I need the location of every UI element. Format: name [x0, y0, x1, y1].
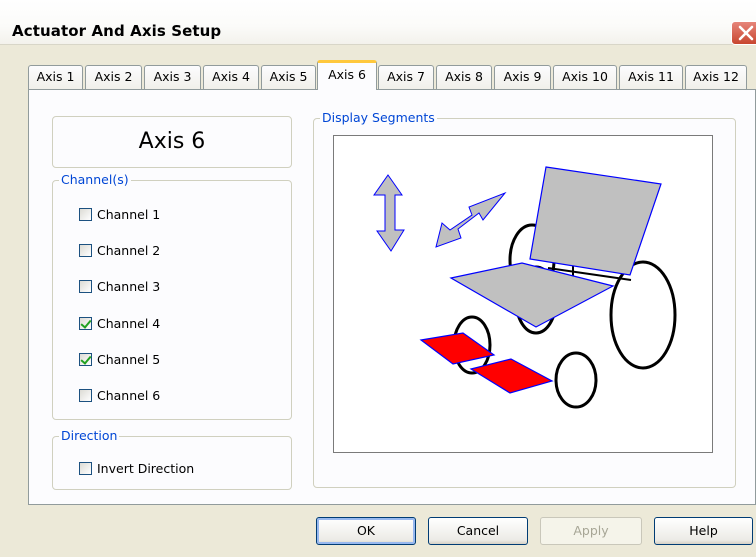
ok-button[interactable]: OK — [316, 517, 416, 545]
close-icon — [738, 25, 754, 41]
tab-axis-7[interactable]: Axis 7 — [378, 65, 434, 89]
tab-axis-5[interactable]: Axis 5 — [261, 65, 316, 89]
display-segments-legend: Display Segments — [320, 110, 437, 126]
channel-5-row[interactable]: Channel 5 — [79, 351, 160, 368]
vertical-arrow-icon — [373, 174, 405, 252]
tab-axis-1[interactable]: Axis 1 — [28, 65, 83, 89]
tab-axis-2[interactable]: Axis 2 — [85, 65, 142, 89]
channel-6-label: Channel 6 — [97, 388, 161, 403]
direction-group-legend: Direction — [59, 428, 120, 444]
front-caster-right — [554, 351, 598, 409]
channel-6-row[interactable]: Channel 6 — [79, 387, 160, 404]
title-bar[interactable]: Actuator And Axis Setup — [0, 0, 756, 45]
channel-4-checkbox[interactable] — [79, 317, 92, 330]
channel-4-label: Channel 4 — [97, 316, 161, 331]
tab-axis-6[interactable]: Axis 6 — [317, 60, 377, 90]
channel-2-checkbox[interactable] — [79, 244, 92, 257]
tab-axis-8[interactable]: Axis 8 — [436, 65, 492, 89]
invert-direction-label: Invert Direction — [97, 461, 195, 476]
tab-axis-4[interactable]: Axis 4 — [203, 65, 259, 89]
footrest-left-segment[interactable] — [419, 332, 496, 365]
channel-3-checkbox[interactable] — [79, 280, 92, 293]
diagonal-arrow-icon — [435, 191, 507, 248]
invert-direction-row[interactable]: Invert Direction — [79, 460, 194, 477]
axis-tab-strip: Axis 1 Axis 2 Axis 3 Axis 4 Axis 5 Axis … — [28, 60, 756, 90]
tab-axis-9[interactable]: Axis 9 — [494, 65, 551, 89]
channel-5-checkbox[interactable] — [79, 353, 92, 366]
channel-3-row[interactable]: Channel 3 — [79, 278, 160, 295]
apply-button[interactable]: Apply — [540, 517, 642, 545]
channel-2-row[interactable]: Channel 2 — [79, 242, 160, 259]
channel-3-label: Channel 3 — [97, 279, 161, 294]
backrest-segment[interactable] — [529, 166, 662, 276]
channel-6-checkbox[interactable] — [79, 389, 92, 402]
channel-2-label: Channel 2 — [97, 243, 161, 258]
wheelchair-diagram — [373, 166, 677, 409]
channels-group-legend: Channel(s) — [59, 172, 131, 188]
channel-1-row[interactable]: Channel 1 — [79, 206, 160, 223]
channel-1-label: Channel 1 — [97, 207, 161, 222]
close-button[interactable] — [731, 21, 756, 45]
window-title: Actuator And Axis Setup — [12, 22, 222, 40]
help-button[interactable]: Help — [654, 517, 753, 545]
channel-4-row[interactable]: Channel 4 — [79, 315, 160, 332]
dialog-window: Actuator And Axis Setup Axis 1 Axis 2 Ax… — [0, 0, 756, 557]
channel-5-label: Channel 5 — [97, 352, 161, 367]
tab-axis-10[interactable]: Axis 10 — [553, 65, 617, 89]
invert-direction-checkbox[interactable] — [79, 462, 92, 475]
footrest-right-segment[interactable] — [469, 358, 554, 394]
cancel-button[interactable]: Cancel — [428, 517, 528, 545]
tab-axis-11[interactable]: Axis 11 — [619, 65, 683, 89]
tab-axis-12[interactable]: Axis 12 — [685, 65, 747, 89]
axis-name-display: Axis 6 — [52, 116, 292, 168]
channel-1-checkbox[interactable] — [79, 208, 92, 221]
tab-axis-3[interactable]: Axis 3 — [144, 65, 201, 89]
